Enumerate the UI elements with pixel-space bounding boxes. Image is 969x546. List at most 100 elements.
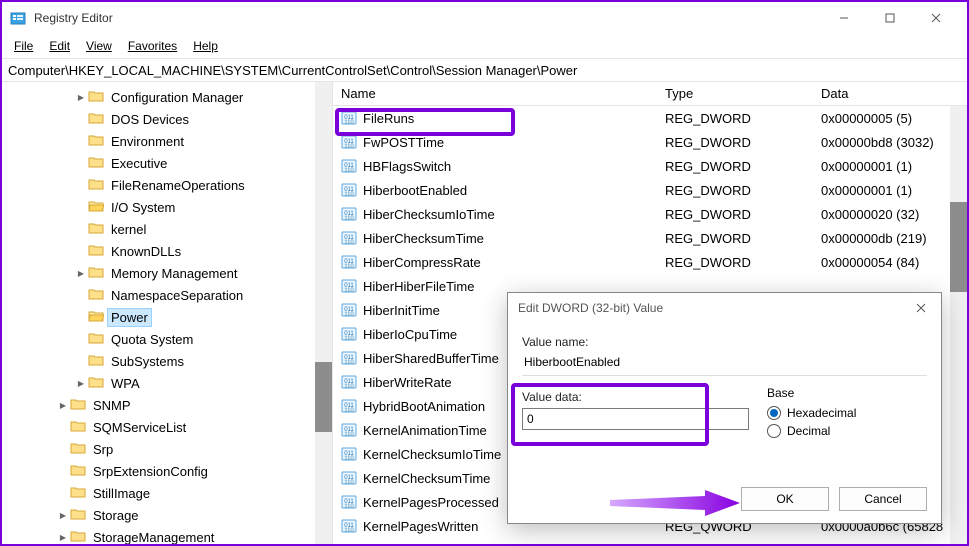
list-row[interactable]: 011110FwPOSTTimeREG_DWORD0x00000bd8 (303…: [333, 130, 967, 154]
value-name: HBFlagsSwitch: [363, 159, 451, 174]
window-controls: [821, 2, 959, 34]
tree-item[interactable]: kernel: [2, 218, 332, 240]
tree-item[interactable]: WPA: [2, 372, 332, 394]
tree-item-label: Configuration Manager: [108, 89, 246, 106]
tree-item[interactable]: SQMServiceList: [2, 416, 332, 438]
tree-item[interactable]: SubSystems: [2, 350, 332, 372]
menu-bar: File Edit View Favorites Help: [2, 34, 967, 58]
value-name: FwPOSTTime: [363, 135, 444, 150]
list-row[interactable]: 011110FileRunsREG_DWORD0x00000005 (5): [333, 106, 967, 130]
svg-text:110: 110: [344, 432, 354, 438]
column-header-name[interactable]: Name: [333, 82, 657, 105]
menu-help[interactable]: Help: [187, 37, 224, 55]
cell-name: 011110HiberChecksumIoTime: [333, 206, 657, 222]
radio-hexadecimal[interactable]: Hexadecimal: [767, 406, 927, 420]
cell-name: 011110FwPOSTTime: [333, 134, 657, 150]
tree-item[interactable]: StillImage: [2, 482, 332, 504]
menu-edit[interactable]: Edit: [43, 37, 76, 55]
list-row[interactable]: 011110HBFlagsSwitchREG_DWORD0x00000001 (…: [333, 154, 967, 178]
folder-icon: [88, 309, 108, 326]
tree-item-label: SQMServiceList: [90, 419, 189, 436]
svg-text:110: 110: [344, 360, 354, 366]
value-name: HiberHiberFileTime: [363, 279, 474, 294]
tree-item-label: NamespaceSeparation: [108, 287, 246, 304]
address-bar[interactable]: Computer\HKEY_LOCAL_MACHINE\SYSTEM\Curre…: [2, 58, 967, 82]
folder-icon: [88, 89, 108, 106]
cell-name: 011110FileRuns: [333, 110, 657, 126]
cell-data: 0x00000020 (32): [813, 207, 967, 222]
tree-item[interactable]: SNMP: [2, 394, 332, 416]
chevron-right-icon[interactable]: [56, 532, 70, 543]
tree-item[interactable]: NamespaceSeparation: [2, 284, 332, 306]
tree-item[interactable]: Storage: [2, 504, 332, 526]
list-row[interactable]: 011110HiberChecksumIoTimeREG_DWORD0x0000…: [333, 202, 967, 226]
maximize-button[interactable]: [867, 2, 913, 34]
tree-item-label: StillImage: [90, 485, 153, 502]
value-name: KernelChecksumTime: [363, 471, 490, 486]
column-header-type[interactable]: Type: [657, 82, 813, 105]
svg-text:110: 110: [344, 384, 354, 390]
radio-decimal[interactable]: Decimal: [767, 424, 927, 438]
folder-icon: [88, 199, 108, 216]
list-scrollbar-thumb[interactable]: [950, 202, 967, 292]
cancel-button[interactable]: Cancel: [839, 487, 927, 511]
cell-type: REG_DWORD: [657, 159, 813, 174]
tree-item[interactable]: Power: [2, 306, 332, 328]
folder-icon: [70, 419, 90, 436]
tree-item[interactable]: Environment: [2, 130, 332, 152]
list-header: Name Type Data: [333, 82, 967, 106]
value-name-field[interactable]: HiberbootEnabled: [522, 353, 927, 376]
tree-item[interactable]: Executive: [2, 152, 332, 174]
chevron-right-icon[interactable]: [74, 92, 88, 103]
base-label: Base: [767, 386, 927, 400]
window-title: Registry Editor: [34, 11, 821, 25]
svg-text:110: 110: [344, 240, 354, 246]
tree-item[interactable]: DOS Devices: [2, 108, 332, 130]
tree-item[interactable]: KnownDLLs: [2, 240, 332, 262]
chevron-right-icon[interactable]: [74, 268, 88, 279]
list-row[interactable]: 011110HiberCompressRateREG_DWORD0x000000…: [333, 250, 967, 274]
menu-view[interactable]: View: [80, 37, 118, 55]
tree-item[interactable]: Memory Management: [2, 262, 332, 284]
tree-item-label: Storage: [90, 507, 142, 524]
tree-item-label: Memory Management: [108, 265, 240, 282]
tree-item[interactable]: Srp: [2, 438, 332, 460]
dialog-close-button[interactable]: [907, 297, 935, 319]
value-data-input[interactable]: [522, 408, 749, 430]
value-name: KernelAnimationTime: [363, 423, 487, 438]
tree-item[interactable]: Configuration Manager: [2, 86, 332, 108]
cell-data: 0x00000001 (1): [813, 183, 967, 198]
folder-icon: [88, 353, 108, 370]
chevron-right-icon[interactable]: [74, 378, 88, 389]
folder-icon: [88, 331, 108, 348]
column-header-data[interactable]: Data: [813, 82, 967, 105]
tree-item[interactable]: I/O System: [2, 196, 332, 218]
cell-type: REG_DWORD: [657, 135, 813, 150]
close-button[interactable]: [913, 2, 959, 34]
chevron-right-icon[interactable]: [56, 510, 70, 521]
list-row[interactable]: 011110HiberbootEnabledREG_DWORD0x0000000…: [333, 178, 967, 202]
tree-item-label: SrpExtensionConfig: [90, 463, 211, 480]
tree-item[interactable]: SrpExtensionConfig: [2, 460, 332, 482]
svg-text:110: 110: [344, 504, 354, 510]
chevron-right-icon[interactable]: [56, 400, 70, 411]
menu-favorites[interactable]: Favorites: [122, 37, 183, 55]
tree-item[interactable]: Quota System: [2, 328, 332, 350]
value-name: HiberIoCpuTime: [363, 327, 457, 342]
tree-item-label: FileRenameOperations: [108, 177, 248, 194]
menu-file[interactable]: File: [8, 37, 39, 55]
list-scrollbar-track[interactable]: [950, 106, 967, 544]
edit-dword-dialog: Edit DWORD (32-bit) Value Value name: Hi…: [507, 292, 942, 524]
tree-item-label: kernel: [108, 221, 149, 238]
list-row[interactable]: 011110HiberChecksumTimeREG_DWORD0x000000…: [333, 226, 967, 250]
cell-type: REG_DWORD: [657, 231, 813, 246]
tree-item[interactable]: StorageManagement: [2, 526, 332, 544]
tree-scrollbar-track[interactable]: [315, 82, 332, 544]
value-data-label: Value data:: [522, 390, 749, 404]
minimize-button[interactable]: [821, 2, 867, 34]
tree-scrollbar-thumb[interactable]: [315, 362, 332, 432]
tree-item-label: Environment: [108, 133, 187, 150]
tree-item[interactable]: FileRenameOperations: [2, 174, 332, 196]
tree[interactable]: Configuration Manager DOS Devices Environm…: [2, 82, 332, 544]
ok-button[interactable]: OK: [741, 487, 829, 511]
